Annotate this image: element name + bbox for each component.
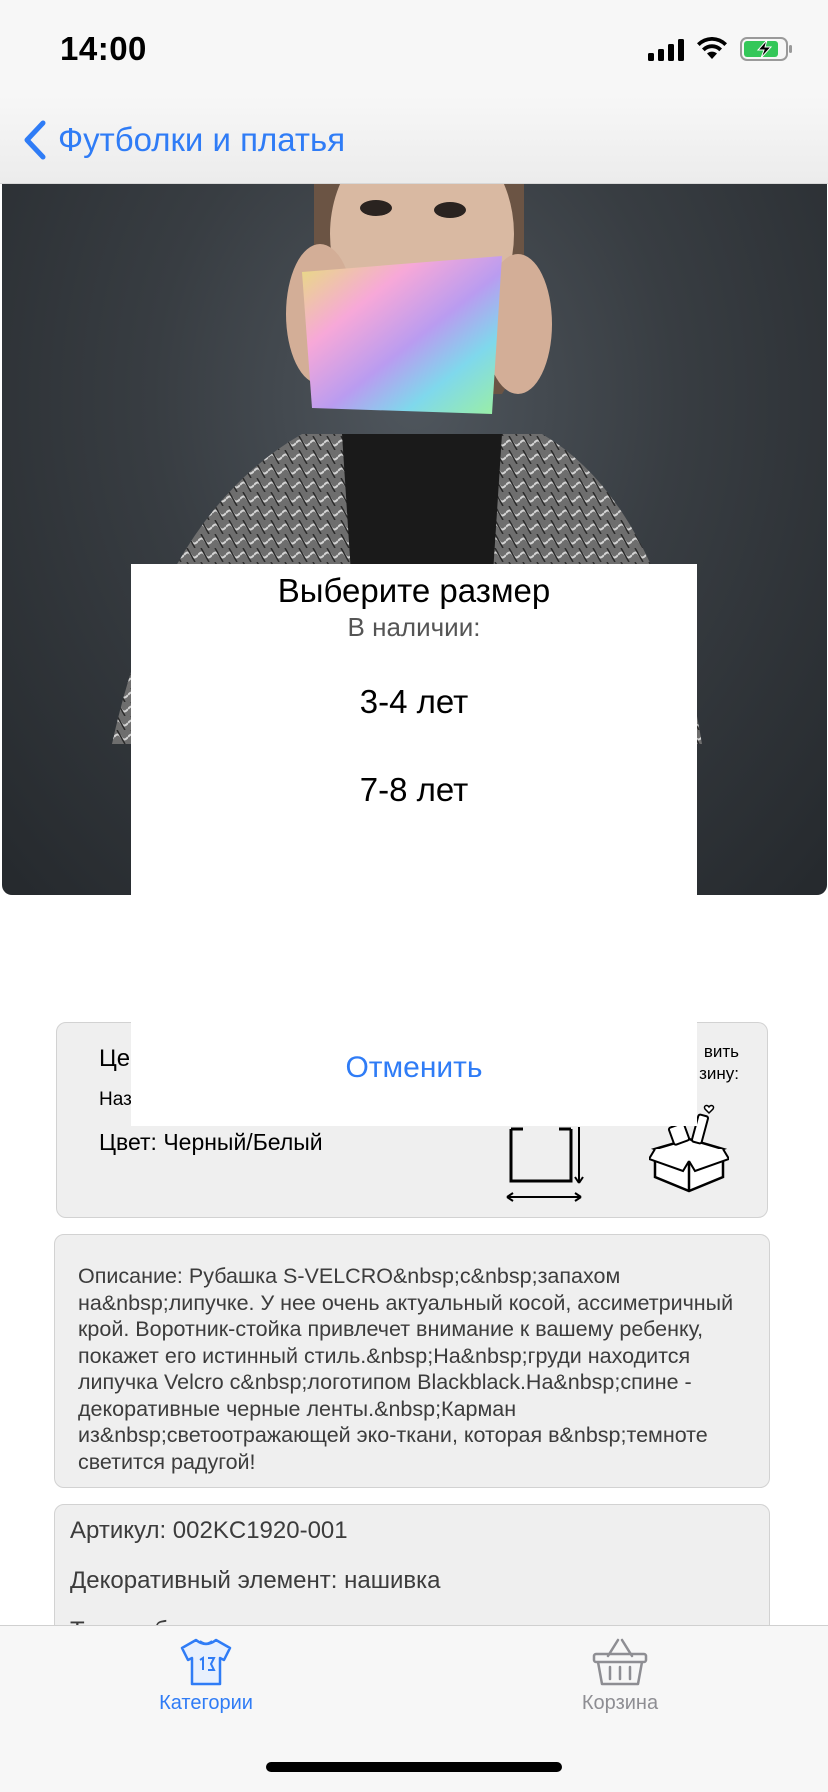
description-card: Описание: Рубашка S-VELCRO&nbsp;с&nbsp;з… <box>54 1234 770 1488</box>
status-icons <box>648 34 794 64</box>
name-label: Наз <box>99 1089 132 1110</box>
back-button[interactable]: Футболки и платья <box>22 116 345 164</box>
tab-categories[interactable]: Категории <box>106 1636 306 1740</box>
size-option-7-8[interactable]: 7-8 лет <box>131 758 697 822</box>
status-bar: 14:00 <box>0 0 828 96</box>
home-indicator <box>266 1762 562 1772</box>
tab-categories-label: Категории <box>159 1692 253 1714</box>
navigation-bar: Футболки и платья <box>0 96 828 184</box>
size-chart-icon[interactable] <box>503 1123 585 1205</box>
back-label: Футболки и платья <box>58 121 346 158</box>
description-text: Описание: Рубашка S-VELCRO&nbsp;с&nbsp;з… <box>78 1264 734 1474</box>
status-time: 14:00 <box>60 30 147 67</box>
size-picker-title: Выберите размер <box>277 572 551 609</box>
battery-charging-icon <box>740 37 792 61</box>
basket-icon <box>592 1638 648 1686</box>
size-option-3-4[interactable]: 3-4 лет <box>131 670 697 734</box>
chevron-left-icon <box>24 120 46 160</box>
tshirt-icon <box>180 1638 232 1686</box>
cellular-signal-icon <box>648 37 684 61</box>
color-label: Цвет: Черный/Белый <box>99 1129 323 1155</box>
size-picker-subtitle: В наличии: <box>347 612 481 642</box>
wifi-icon <box>697 37 727 59</box>
cancel-button[interactable]: Отменить <box>131 1038 697 1098</box>
price-label: Це <box>99 1045 131 1072</box>
detail-article: Артикул: 002KC1920-001 <box>70 1517 348 1544</box>
size-picker-modal: Выберите размер В наличии: 3-4 лет 7-8 л… <box>131 564 697 1126</box>
tab-cart[interactable]: Корзина <box>520 1636 720 1740</box>
tab-cart-label: Корзина <box>581 1692 659 1714</box>
detail-decorative-element: Декоративный элемент: нашивка <box>70 1567 441 1594</box>
